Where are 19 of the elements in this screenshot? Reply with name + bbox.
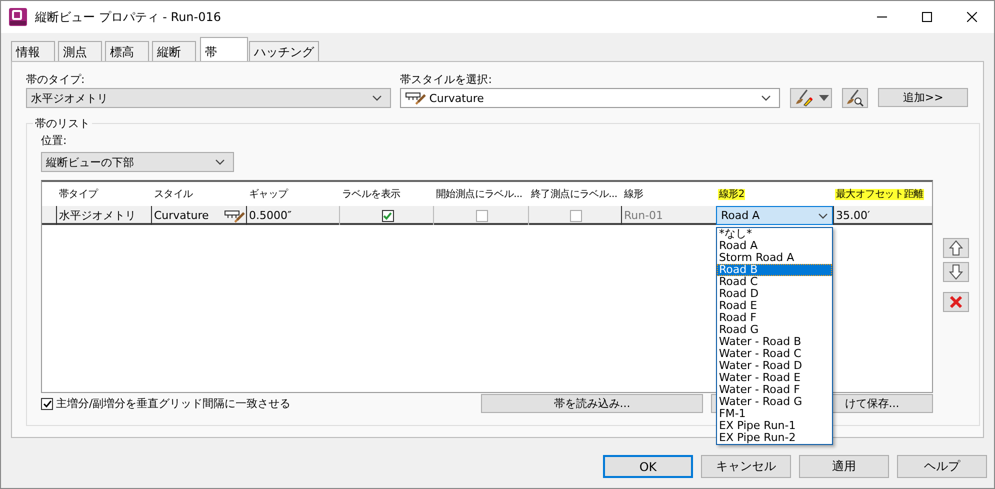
column-header: ラベルを表示 [341, 189, 402, 200]
column-header: 開始測点にラベル... [435, 189, 524, 200]
column-header: 帯タイプ [58, 189, 99, 200]
field-label: 位置: [41, 133, 68, 149]
table-cell-text: Curvature [154, 209, 210, 222]
column-header: 終了測点にラベル... [530, 189, 618, 200]
checkbox-label: 主増分/副増分を垂直グリッド間隔に一致させる [56, 396, 291, 411]
group-title: 帯のリスト [34, 116, 91, 131]
field-label: 帯スタイルを選択: [400, 72, 493, 88]
column-header: 線形2 [718, 189, 746, 200]
column-header: 線形 [623, 189, 644, 200]
window-title: 縦断ビュー プロパティ - Run-016 [35, 8, 222, 26]
table-cell: 35.00′ [833, 206, 933, 225]
column-header: スタイル [153, 189, 194, 200]
column-header: 最大オフセット距離 [835, 189, 924, 200]
field-label: 帯のタイプ: [26, 72, 86, 88]
table-cell: 0.5000″ [246, 206, 339, 225]
column-header: ギャップ [248, 189, 289, 200]
table-cell: 水平ジオメトリ [56, 206, 151, 225]
